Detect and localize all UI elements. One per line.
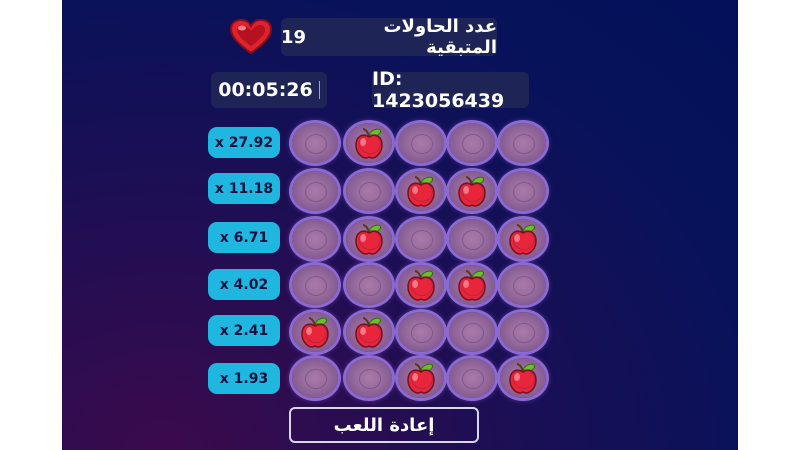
apple-icon [355, 317, 383, 348]
replay-button[interactable]: إعادة اللعب [289, 407, 479, 443]
game-stage: عدد الحاولات المتبقية 19 00:05:26 ID: 14… [62, 0, 738, 450]
multiplier-badge: x 1.93 [208, 363, 280, 394]
apple-icon [509, 363, 537, 394]
timer-value: 00:05:26 [218, 79, 313, 101]
game-timer: 00:05:26 [211, 72, 327, 108]
tile-empty[interactable] [398, 312, 444, 352]
tile-empty[interactable] [292, 123, 338, 163]
tile-apple[interactable] [346, 219, 392, 259]
apple-icon [509, 224, 537, 255]
apple-icon [355, 128, 383, 159]
multiplier-badge: x 11.18 [208, 173, 280, 204]
tile-empty[interactable] [398, 219, 444, 259]
multiplier-badge: x 27.92 [208, 127, 280, 158]
tile-empty[interactable] [292, 265, 338, 305]
tile-empty[interactable] [500, 171, 546, 211]
tile-empty[interactable] [292, 358, 338, 398]
tile-apple[interactable] [398, 265, 444, 305]
multiplier-badge: x 6.71 [208, 222, 280, 253]
tile-empty[interactable] [346, 171, 392, 211]
tile-apple[interactable] [346, 123, 392, 163]
tile-empty[interactable] [292, 219, 338, 259]
apple-icon [355, 224, 383, 255]
game-id-value: ID: 1423056439 [372, 68, 505, 112]
apple-icon [301, 317, 329, 348]
tile-apple[interactable] [346, 312, 392, 352]
apple-icon [407, 363, 435, 394]
tile-apple[interactable] [398, 358, 444, 398]
tile-empty[interactable] [346, 265, 392, 305]
tile-empty[interactable] [292, 171, 338, 211]
remaining-attempts: عدد الحاولات المتبقية 19 [281, 16, 497, 58]
attempts-label: عدد الحاولات المتبقية [383, 16, 497, 58]
tile-apple[interactable] [292, 312, 338, 352]
tile-empty[interactable] [500, 312, 546, 352]
apple-icon [458, 270, 486, 301]
heart-icon [229, 19, 273, 55]
tile-empty[interactable] [500, 265, 546, 305]
apple-icon [407, 176, 435, 207]
attempts-count: 19 [281, 26, 307, 48]
apple-icon [407, 270, 435, 301]
tile-apple[interactable] [449, 265, 495, 305]
tile-empty[interactable] [500, 123, 546, 163]
tile-apple[interactable] [449, 171, 495, 211]
tile-empty[interactable] [449, 358, 495, 398]
game-id: ID: 1423056439 [372, 68, 529, 112]
tile-empty[interactable] [398, 123, 444, 163]
tile-empty[interactable] [449, 123, 495, 163]
multiplier-badge: x 2.41 [208, 315, 280, 346]
tile-empty[interactable] [449, 312, 495, 352]
tile-apple[interactable] [398, 171, 444, 211]
tile-empty[interactable] [449, 219, 495, 259]
apple-icon [458, 176, 486, 207]
tile-apple[interactable] [500, 219, 546, 259]
multiplier-badge: x 4.02 [208, 269, 280, 300]
timer-caret [318, 81, 320, 99]
tile-empty[interactable] [346, 358, 392, 398]
tile-apple[interactable] [500, 358, 546, 398]
